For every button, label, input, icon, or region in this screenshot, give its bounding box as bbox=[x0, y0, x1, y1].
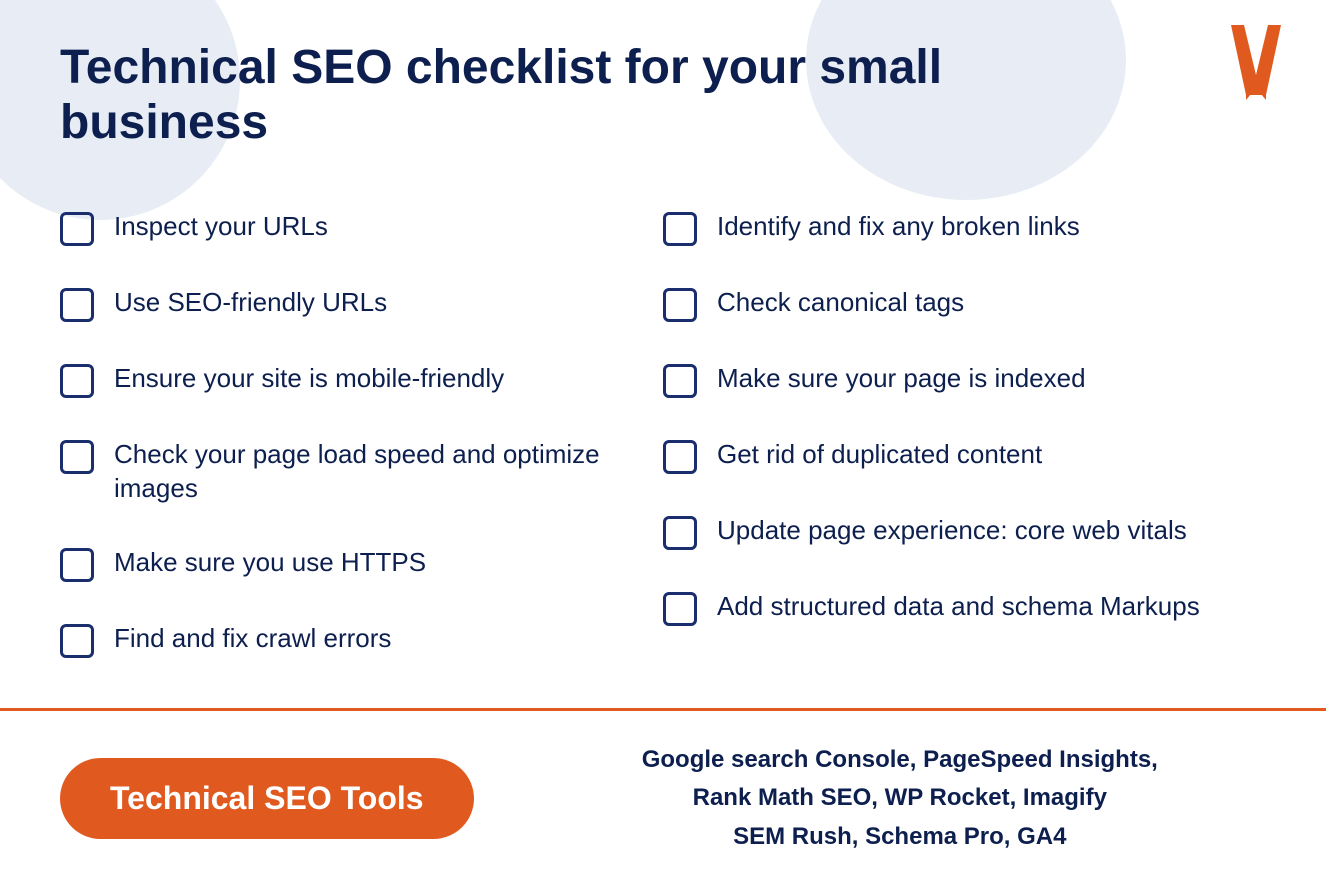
checkbox-2[interactable] bbox=[60, 288, 94, 322]
list-item: Use SEO-friendly URLs bbox=[60, 266, 663, 342]
list-item: Make sure your page is indexed bbox=[663, 342, 1266, 418]
checklist-item-text: Check your page load speed and optimize … bbox=[114, 438, 663, 506]
checklist-item-text: Find and fix crawl errors bbox=[114, 622, 391, 656]
checkbox-9[interactable] bbox=[663, 364, 697, 398]
checkbox-1[interactable] bbox=[60, 212, 94, 246]
list-item: Check your page load speed and optimize … bbox=[60, 418, 663, 526]
footer-section: Technical SEO Tools Google search Consol… bbox=[60, 711, 1266, 856]
list-item: Update page experience: core web vitals bbox=[663, 494, 1266, 570]
checklist-item-text: Inspect your URLs bbox=[114, 210, 328, 244]
checklist-item-text: Add structured data and schema Markups bbox=[717, 590, 1200, 624]
checklist-grid: Inspect your URLs Use SEO-friendly URLs … bbox=[60, 190, 1266, 678]
list-item: Find and fix crawl errors bbox=[60, 602, 663, 678]
footer-tools-section: Google search Console, PageSpeed Insight… bbox=[534, 741, 1266, 856]
checklist-item-text: Use SEO-friendly URLs bbox=[114, 286, 387, 320]
list-item: Inspect your URLs bbox=[60, 190, 663, 266]
footer-badge: Technical SEO Tools bbox=[60, 758, 474, 839]
checkbox-6[interactable] bbox=[60, 624, 94, 658]
checkbox-7[interactable] bbox=[663, 212, 697, 246]
checklist-left-column: Inspect your URLs Use SEO-friendly URLs … bbox=[60, 190, 663, 678]
list-item: Check canonical tags bbox=[663, 266, 1266, 342]
checklist-right-column: Identify and fix any broken links Check … bbox=[663, 190, 1266, 678]
checklist-item-text: Make sure your page is indexed bbox=[717, 362, 1086, 396]
checklist-item-text: Update page experience: core web vitals bbox=[717, 514, 1187, 548]
checkbox-8[interactable] bbox=[663, 288, 697, 322]
list-item: Identify and fix any broken links bbox=[663, 190, 1266, 266]
checkbox-4[interactable] bbox=[60, 440, 94, 474]
checkbox-11[interactable] bbox=[663, 516, 697, 550]
checkbox-10[interactable] bbox=[663, 440, 697, 474]
checkbox-12[interactable] bbox=[663, 592, 697, 626]
footer-tools-text: Google search Console, PageSpeed Insight… bbox=[534, 741, 1266, 856]
footer-badge-text: Technical SEO Tools bbox=[110, 780, 424, 816]
checkbox-3[interactable] bbox=[60, 364, 94, 398]
list-item: Get rid of duplicated content bbox=[663, 418, 1266, 494]
checklist-item-text: Identify and fix any broken links bbox=[717, 210, 1080, 244]
page-title: Technical SEO checklist for your small b… bbox=[60, 40, 1160, 150]
content-wrapper: Technical SEO checklist for your small b… bbox=[0, 0, 1326, 856]
list-item: Make sure you use HTTPS bbox=[60, 526, 663, 602]
list-item: Add structured data and schema Markups bbox=[663, 570, 1266, 646]
checkbox-5[interactable] bbox=[60, 548, 94, 582]
list-item: Ensure your site is mobile-friendly bbox=[60, 342, 663, 418]
checklist-item-text: Check canonical tags bbox=[717, 286, 964, 320]
logo-icon bbox=[1226, 20, 1286, 100]
checklist-item-text: Make sure you use HTTPS bbox=[114, 546, 426, 580]
checklist-item-text: Get rid of duplicated content bbox=[717, 438, 1042, 472]
checklist-item-text: Ensure your site is mobile-friendly bbox=[114, 362, 504, 396]
